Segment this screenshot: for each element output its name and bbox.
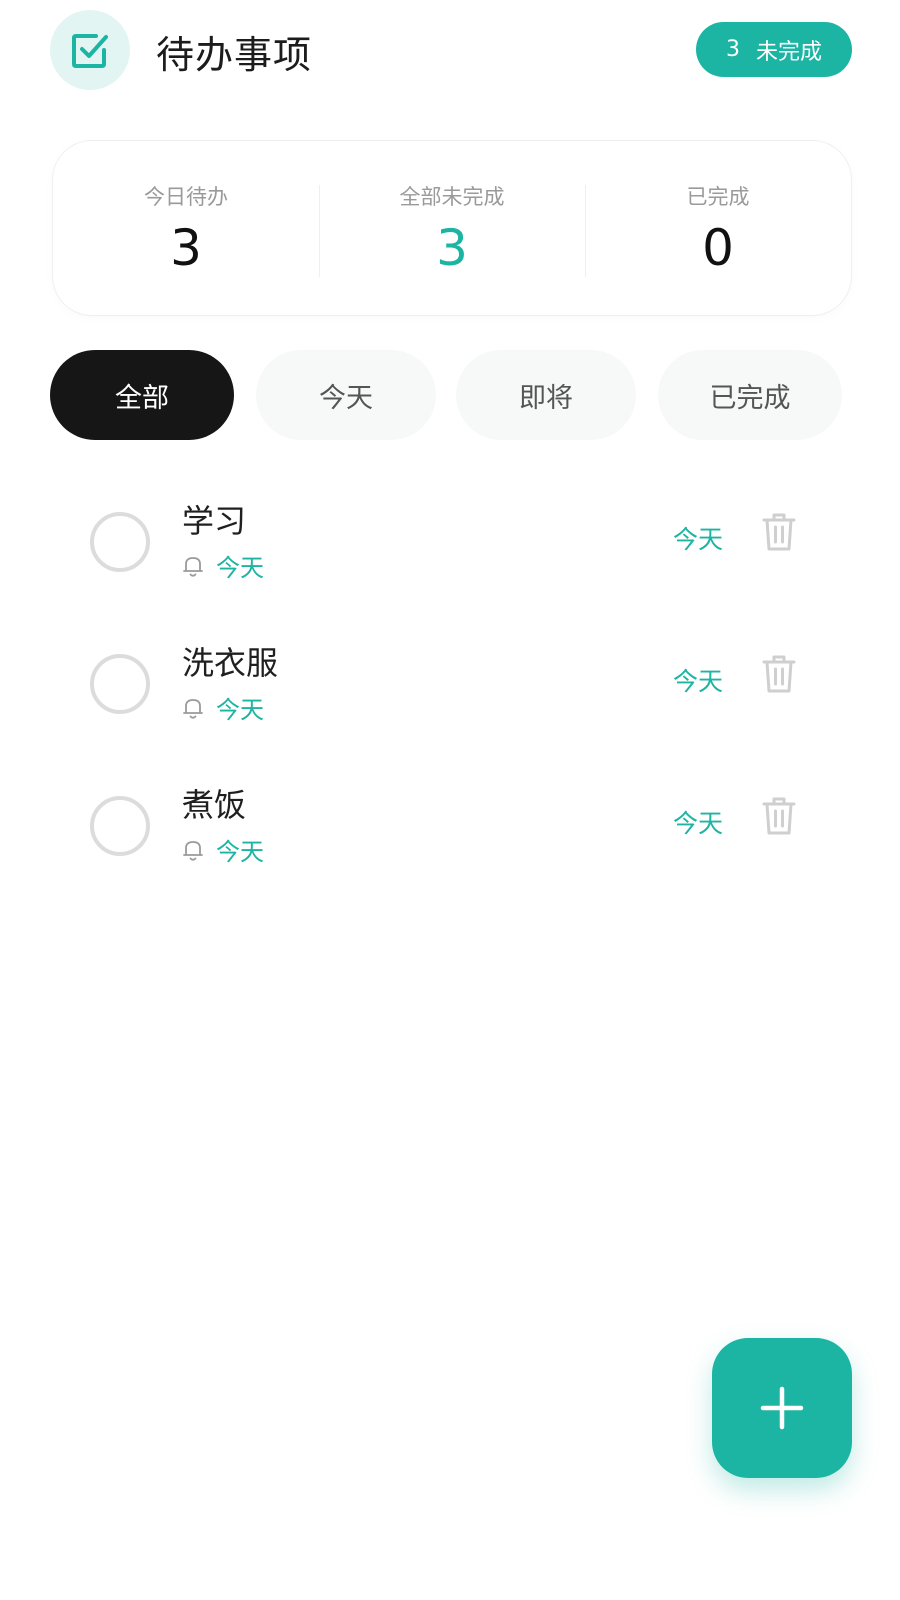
tab-upcoming[interactable]: 即将 [456,350,636,440]
add-todo-button[interactable] [712,1338,852,1478]
tab-today[interactable]: 今天 [256,350,436,440]
todo-item[interactable]: 洗衣服 今天 今天 [0,632,900,742]
pending-label: 未完成 [755,39,822,65]
complete-checkbox[interactable] [90,796,150,856]
trash-icon[interactable] [762,512,796,552]
due-date: 今天 [673,525,724,554]
reminder-text: 今天 [216,554,264,582]
stat-label: 今日待办 [144,185,228,209]
todo-item[interactable]: 煮饭 今天 今天 [0,774,900,884]
header: 待办事项 3 未完成 [0,0,900,104]
stat-all-pending: 全部未完成 3 [319,141,585,315]
complete-checkbox[interactable] [90,654,150,714]
pending-count: 3 [725,37,740,62]
filter-tabs: 全部 今天 即将 已完成 [50,350,852,440]
stat-value: 3 [436,219,468,277]
checkbox-icon [50,10,130,90]
stat-label: 全部未完成 [399,185,505,209]
page-title: 待办事项 [156,33,313,77]
tab-completed[interactable]: 已完成 [658,350,842,440]
reminder-text: 今天 [216,696,264,724]
stat-completed: 已完成 0 [585,141,851,315]
trash-icon[interactable] [762,796,796,836]
due-date: 今天 [673,667,724,696]
stats-card: 今日待办 3 全部未完成 3 已完成 0 [52,140,852,316]
bell-icon [183,698,203,719]
plus-icon [760,1386,804,1430]
complete-checkbox[interactable] [90,512,150,572]
bell-icon [183,556,203,577]
todo-title: 煮饭 [182,786,247,824]
todo-title: 学习 [182,502,247,540]
bell-icon [183,840,203,861]
todo-reminder: 今天 [182,832,264,867]
todo-item[interactable]: 学习 今天 今天 [0,490,900,600]
due-date: 今天 [673,809,724,838]
stat-today: 今日待办 3 [53,141,319,315]
todo-title: 洗衣服 [182,644,279,682]
todo-reminder: 今天 [182,690,264,725]
stat-value: 0 [702,219,734,277]
reminder-text: 今天 [216,838,264,866]
stat-label: 已完成 [686,185,750,209]
tab-all[interactable]: 全部 [50,350,234,440]
pending-badge: 3 未完成 [696,22,852,77]
todo-page: 待办事项 3 未完成 今日待办 3 全部未完成 3 已完成 0 全部 今天 即将… [0,0,900,1600]
trash-icon[interactable] [762,654,796,694]
stat-value: 3 [170,219,202,277]
todo-reminder: 今天 [182,548,264,583]
